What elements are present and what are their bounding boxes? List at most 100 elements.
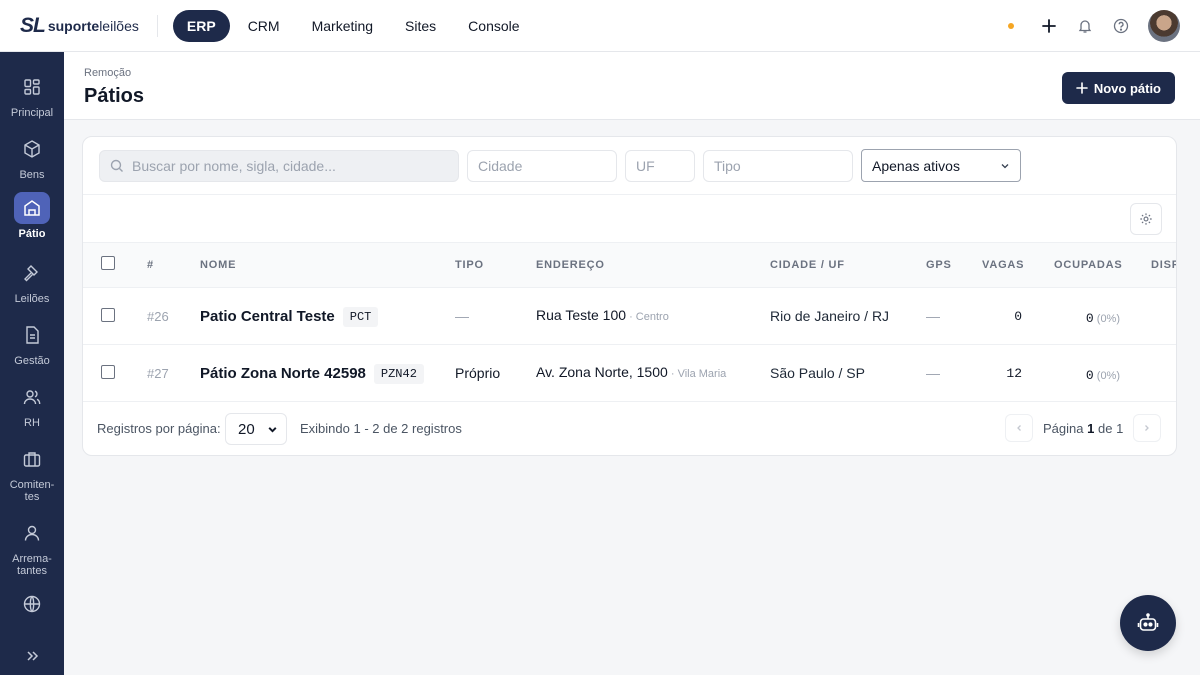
- bell-icon[interactable]: [1074, 15, 1096, 37]
- top-nav: ERP CRM Marketing Sites Console: [172, 9, 538, 42]
- gavel-icon: [14, 257, 50, 289]
- top-actions: [1008, 0, 1180, 52]
- sidebar-item-leiloes[interactable]: Leilões: [0, 257, 64, 305]
- globe-icon: [14, 588, 50, 620]
- topnav-erp[interactable]: ERP: [172, 9, 230, 42]
- row-name[interactable]: Pátio Zona Norte 42598: [200, 365, 366, 382]
- row-city: São Paulo / SP: [770, 365, 865, 381]
- col-disponiveis[interactable]: DISP: [1151, 259, 1176, 271]
- assistant-bot-button[interactable]: [1120, 595, 1176, 651]
- page-indicator: Página 1 de 1: [1043, 421, 1124, 436]
- page-title: Pátios: [84, 85, 145, 107]
- type-filter-input[interactable]: [703, 150, 853, 182]
- patios-card: Apenas ativos # NOME TIPO ENDEREÇO CIDAD…: [82, 136, 1177, 456]
- filters-bar: Apenas ativos: [83, 137, 1176, 195]
- next-page-button[interactable]: [1133, 414, 1161, 442]
- topnav-crm[interactable]: CRM: [234, 10, 294, 42]
- avatar[interactable]: [1148, 10, 1180, 42]
- chevron-down-icon: [268, 426, 277, 433]
- breadcrumb[interactable]: Remoção: [84, 67, 131, 79]
- grid-icon: [14, 71, 50, 103]
- new-patio-button[interactable]: Novo pátio: [1061, 72, 1175, 104]
- sidebar-expand-button[interactable]: [0, 640, 64, 672]
- col-nome[interactable]: NOME: [200, 259, 236, 271]
- col-cidade-uf[interactable]: CIDADE / UF: [770, 259, 845, 271]
- status-select[interactable]: Apenas ativos: [861, 149, 1021, 182]
- row-ocupadas-cell: 0 (0%): [1054, 366, 1120, 383]
- col-endereco[interactable]: ENDEREÇO: [536, 259, 605, 271]
- row-ocupadas: 0: [1085, 311, 1094, 326]
- topnav-sites[interactable]: Sites: [391, 10, 450, 42]
- row-bairro: · Vila Maria: [667, 368, 727, 380]
- row-ocupadas: 0: [1085, 368, 1094, 383]
- chevrons-right-icon: [14, 640, 50, 672]
- row-checkbox[interactable]: [101, 365, 115, 379]
- city-filter-input[interactable]: [467, 150, 617, 182]
- row-address-cell: Rua Teste 100 · Centro: [536, 307, 669, 323]
- chevron-left-icon: [1017, 425, 1021, 431]
- logo-mark: SL: [20, 13, 46, 37]
- sidebar: Principal Bens Pátio Leilões Gestão RH C…: [0, 52, 64, 675]
- topnav-console[interactable]: Console: [454, 10, 533, 42]
- logo[interactable]: SL suporteleilões: [20, 0, 139, 52]
- per-page-select[interactable]: 20: [225, 413, 287, 445]
- per-page-label: Registros por página:: [97, 421, 221, 436]
- table-row[interactable]: #27 Pátio Zona Norte 42598 PZN42 Próprio …: [83, 345, 1176, 402]
- row-checkbox[interactable]: [101, 308, 115, 322]
- page-header: Remoção Pátios Novo pátio: [64, 52, 1200, 120]
- col-tipo[interactable]: TIPO: [455, 259, 484, 271]
- row-name[interactable]: Patio Central Teste: [200, 308, 335, 325]
- user-icon: [14, 517, 50, 549]
- row-address: Av. Zona Norte, 1500: [536, 364, 668, 380]
- sidebar-item-gestao[interactable]: Gestão: [0, 319, 64, 367]
- row-bairro: · Centro: [626, 311, 669, 323]
- row-tipo: Próprio: [455, 365, 501, 381]
- sidebar-item-patio[interactable]: Pátio: [0, 192, 64, 240]
- table-row[interactable]: #26 Patio Central Teste PCT — Rua Teste 1…: [83, 288, 1176, 345]
- search-input[interactable]: [100, 151, 458, 181]
- row-name-cell: Patio Central Teste PCT: [200, 307, 379, 327]
- box-icon: [14, 133, 50, 165]
- row-tipo: —: [455, 308, 469, 324]
- row-address-cell: Av. Zona Norte, 1500 · Vila Maria: [536, 364, 726, 380]
- help-icon[interactable]: [1110, 15, 1132, 37]
- sidebar-item-rh[interactable]: RH: [0, 381, 64, 429]
- sidebar-item-bens[interactable]: Bens: [0, 133, 64, 181]
- col-vagas[interactable]: VAGAS: [982, 259, 1024, 271]
- warehouse-icon: [14, 192, 50, 224]
- col-gps[interactable]: GPS: [926, 259, 952, 271]
- plus-icon[interactable]: [1038, 15, 1060, 37]
- row-id: #26: [147, 309, 169, 324]
- gear-icon: [1140, 213, 1152, 225]
- row-sigla: PZN42: [373, 364, 424, 384]
- search-box: [99, 150, 459, 182]
- col-id[interactable]: #: [147, 259, 154, 271]
- sidebar-item-principal[interactable]: Principal: [0, 71, 64, 119]
- column-settings-button[interactable]: [1130, 203, 1162, 235]
- prev-page-button[interactable]: [1005, 414, 1033, 442]
- row-ocupadas-pct: (0%): [1093, 313, 1120, 325]
- row-vagas: 0: [1014, 309, 1022, 324]
- row-city: Rio de Janeiro / RJ: [770, 308, 890, 324]
- row-vagas: 12: [1006, 366, 1022, 381]
- records-summary: Exibindo 1 - 2 de 2 registros: [300, 421, 462, 436]
- briefcase-icon: [14, 443, 50, 475]
- select-all-checkbox[interactable]: [101, 256, 115, 270]
- row-gps: —: [926, 365, 940, 381]
- document-icon: [14, 319, 50, 351]
- logo-text: suporteleilões: [47, 17, 139, 34]
- chevron-down-icon: [1001, 163, 1009, 168]
- sidebar-item-arrematantes[interactable]: Arrema- tantes: [0, 517, 64, 577]
- uf-filter-input[interactable]: [625, 150, 695, 182]
- sidebar-item-sites[interactable]: [0, 588, 64, 620]
- top-bar: SL suporteleilões ERP CRM Marketing Site…: [0, 0, 1200, 52]
- topnav-marketing[interactable]: Marketing: [298, 10, 387, 42]
- col-ocupadas[interactable]: OCUPADAS: [1054, 259, 1123, 271]
- sidebar-item-comitentes[interactable]: Comiten- tes: [0, 443, 64, 503]
- status-dot: [1008, 23, 1014, 29]
- row-ocupadas-pct: (0%): [1093, 370, 1120, 382]
- plus-icon: [1076, 82, 1088, 94]
- row-name-cell: Pátio Zona Norte 42598 PZN42: [200, 364, 424, 384]
- robot-icon: [1137, 613, 1159, 631]
- row-sigla: PCT: [342, 307, 379, 327]
